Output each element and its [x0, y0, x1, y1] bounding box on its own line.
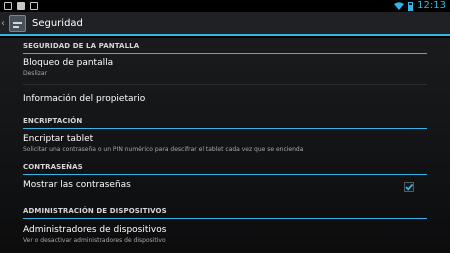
section-header-screen-security: SEGURIDAD DE LA PANTALLA: [23, 42, 427, 54]
list-item-owner-info[interactable]: Información del propietario: [23, 93, 427, 105]
settings-list: SEGURIDAD DE LA PANTALLA Bloqueo de pant…: [0, 38, 450, 253]
action-bar: ‹ Seguridad: [0, 12, 450, 36]
up-navigation-icon[interactable]: ‹: [1, 18, 5, 30]
item-subtitle: Deslizar: [23, 70, 48, 77]
list-item-show-passwords[interactable]: Mostrar las contraseñas: [23, 179, 427, 191]
section-header-passwords: CONTRASEÑAS: [23, 163, 427, 175]
list-item-encrypt-tablet[interactable]: Encriptar tablet Solicitar una contraseñ…: [23, 133, 427, 154]
show-passwords-checkbox[interactable]: [404, 182, 414, 192]
divider: [23, 84, 427, 85]
item-title: Administradores de dispositivos: [23, 225, 167, 235]
item-title: Bloqueo de pantalla: [23, 58, 114, 68]
battery-icon: [408, 1, 414, 11]
wifi-icon: [394, 2, 405, 10]
section-header-encryption: ENCRIPTACIÓN: [23, 117, 427, 129]
item-subtitle: Solicitar una contraseña o un PIN numéri…: [23, 146, 304, 153]
list-item-device-administrators[interactable]: Administradores de dispositivos Ver o de…: [23, 224, 427, 245]
page-title: Seguridad: [32, 18, 83, 29]
item-title: Mostrar las contraseñas: [23, 180, 131, 190]
image-icon: [4, 2, 12, 10]
settings-app-icon[interactable]: [9, 15, 26, 32]
item-subtitle: Ver o desactivar administradores de disp…: [23, 237, 166, 244]
item-title: Información del propietario: [23, 94, 146, 104]
check-icon: [30, 2, 38, 10]
notification-icons: [4, 2, 38, 10]
section-header-device-admin: ADMINISTRACIÓN DE DISPOSITIVOS: [23, 207, 427, 219]
system-icons: 12:13: [394, 0, 446, 12]
list-item-screen-lock[interactable]: Bloqueo de pantalla Deslizar: [23, 57, 427, 78]
item-title: Encriptar tablet: [23, 134, 94, 144]
notification-icon: [17, 2, 25, 10]
clock: 12:13: [417, 0, 446, 11]
status-bar: 12:13: [0, 0, 450, 12]
